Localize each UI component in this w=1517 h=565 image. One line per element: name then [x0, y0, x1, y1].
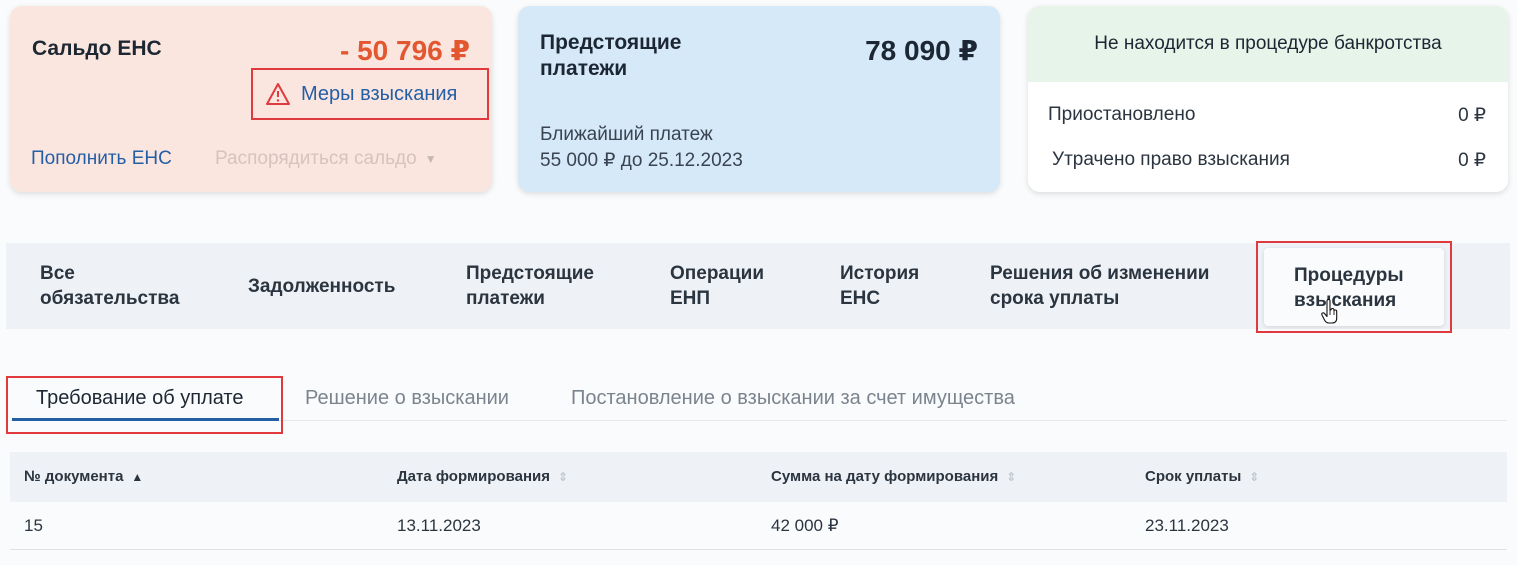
tab-ens-history[interactable]: История ЕНС	[840, 261, 919, 311]
tab-all-line1: Все	[40, 263, 75, 284]
lost-right-label: Утрачено право взыскания	[1052, 149, 1290, 170]
hand-cursor-icon	[1321, 299, 1338, 324]
tab-all-line2: обязательства	[40, 288, 180, 309]
subtab-payment-demand[interactable]: Требование об уплате	[6, 376, 283, 434]
column-label: Сумма на дату формирования	[771, 468, 999, 485]
subtab-demand-label: Требование об уплате	[36, 387, 244, 409]
upcoming-amount: 78 090 ₽	[865, 35, 978, 66]
upcoming-payments-card: Предстоящие платежи 78 090 ₽ Ближайший п…	[518, 6, 1000, 192]
column-header-amount[interactable]: Сумма на дату формирования ⇕	[771, 468, 1016, 485]
sort-icon: ⇕	[1249, 469, 1260, 484]
lost-right-value: 0 ₽	[1458, 150, 1486, 171]
nearest-payment-label: Ближайший платеж	[540, 124, 713, 145]
enforcement-measures-label: Меры взыскания	[301, 82, 458, 105]
balance-title: Сальдо ЕНС	[32, 37, 162, 60]
enforcement-measures-link[interactable]: Меры взыскания	[251, 68, 489, 120]
tab-decisions-line2: срока уплаты	[990, 288, 1120, 309]
column-label: № документа	[24, 468, 124, 485]
tab-upcoming-line1: Предстоящие	[466, 263, 594, 284]
table-header: № документа ▲ Дата формирования ⇕ Сумма …	[10, 452, 1507, 502]
column-label: Дата формирования	[397, 468, 550, 485]
tab-enforcement-procedures[interactable]: Процедуры взыскания	[1256, 241, 1452, 333]
demands-table: № документа ▲ Дата формирования ⇕ Сумма …	[10, 452, 1507, 550]
tab-debt[interactable]: Задолженность	[248, 274, 395, 299]
tab-upcoming-payments[interactable]: Предстоящие платежи	[466, 261, 594, 311]
tab-debt-label: Задолженность	[248, 276, 396, 297]
subtab-enforcement-decision[interactable]: Решение о взыскании	[305, 387, 509, 410]
manage-balance-dropdown[interactable]: Распорядиться сальдо ▼	[215, 148, 437, 170]
main-tabs: Все обязательства Задолженность Предстоя…	[6, 241, 1510, 333]
cell-due-date: 23.11.2023	[1145, 516, 1229, 535]
caret-down-icon: ▼	[424, 152, 437, 166]
balance-card: Сальдо ЕНС - 50 796 ₽ Меры взыскания Поп…	[10, 6, 492, 192]
tab-procedures-line2: взыскания	[1294, 290, 1397, 311]
cell-amount: 42 000 ₽	[771, 516, 839, 535]
nearest-payment-value: 55 000 ₽ до 25.12.2023	[540, 150, 743, 171]
manage-balance-label: Распорядиться сальдо	[215, 148, 417, 169]
tab-operations-line2: ЕНП	[670, 288, 711, 309]
upcoming-title: Предстоящие платежи	[540, 31, 682, 80]
cell-document-number: 15	[24, 516, 43, 535]
sort-icon: ⇕	[1006, 469, 1017, 484]
tab-history-line2: ЕНС	[840, 288, 881, 309]
tab-procedures-active: Процедуры взыскания	[1264, 248, 1444, 326]
tab-procedures-line1: Процедуры	[1294, 265, 1404, 286]
warning-icon	[266, 83, 290, 105]
subtab-property-resolution[interactable]: Постановление о взыскании за счет имущес…	[571, 387, 1015, 410]
table-row[interactable]: 15 13.11.2023 42 000 ₽ 23.11.2023	[10, 502, 1507, 550]
tab-history-line1: История	[840, 263, 920, 284]
suspended-label: Приостановлено	[1048, 104, 1196, 125]
column-label: Срок уплаты	[1145, 468, 1242, 485]
bankruptcy-status-card: Не находится в процедуре банкротства При…	[1028, 6, 1508, 192]
suspended-value: 0 ₽	[1458, 105, 1486, 126]
topup-ens-link[interactable]: Пополнить ЕНС	[31, 148, 172, 170]
sort-icon: ▲	[131, 469, 144, 484]
tab-payment-term-decisions[interactable]: Решения об изменении срока уплаты	[990, 261, 1209, 311]
active-tab-indicator	[12, 418, 279, 421]
tab-all-obligations[interactable]: Все обязательства	[40, 261, 179, 311]
column-header-due-date[interactable]: Срок уплаты ⇕	[1145, 468, 1259, 485]
tab-decisions-line1: Решения об изменении	[990, 263, 1210, 284]
cell-creation-date: 13.11.2023	[397, 516, 481, 535]
column-header-creation-date[interactable]: Дата формирования ⇕	[397, 468, 568, 485]
sort-icon: ⇕	[557, 469, 569, 484]
column-header-document-number[interactable]: № документа ▲	[24, 468, 143, 485]
tab-enp-operations[interactable]: Операции ЕНП	[670, 261, 764, 311]
balance-amount: - 50 796 ₽	[339, 35, 470, 66]
bankruptcy-status-header: Не находится в процедуре банкротства	[1028, 6, 1508, 82]
tab-upcoming-line2: платежи	[466, 288, 545, 309]
tab-operations-line1: Операции	[670, 263, 765, 284]
